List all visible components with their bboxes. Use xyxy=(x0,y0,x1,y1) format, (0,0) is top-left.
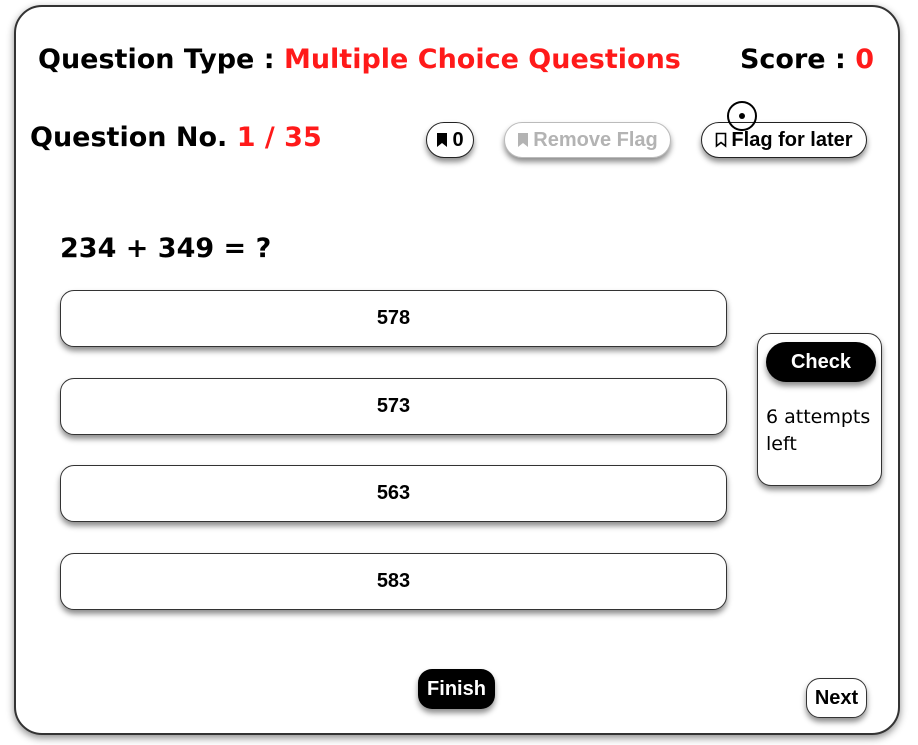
question-type-heading: Question Type : Multiple Choice Question… xyxy=(38,44,681,75)
answer-option-3[interactable]: 563 xyxy=(60,465,727,522)
flagged-count: 0 xyxy=(452,128,464,151)
question-text: 234 + 349 = ? xyxy=(60,233,272,264)
question-total: 35 xyxy=(284,122,322,153)
next-button[interactable]: Next xyxy=(806,678,867,718)
flagged-count-button[interactable]: 0 xyxy=(426,122,474,158)
check-button[interactable]: Check xyxy=(766,342,876,382)
question-type-label: Question Type : xyxy=(38,44,284,75)
question-current: 1 xyxy=(236,122,256,153)
score-label: Score : xyxy=(739,44,856,75)
bookmark-filled-icon xyxy=(518,133,529,147)
bookmark-filled-icon xyxy=(437,133,448,147)
attempts-left: 6 attempts left xyxy=(766,406,871,455)
remove-flag-label: Remove Flag xyxy=(533,128,658,151)
remove-flag-button[interactable]: Remove Flag xyxy=(504,122,671,158)
flag-for-later-button[interactable]: Flag for later xyxy=(701,122,867,158)
score-display: Score : 0 xyxy=(740,44,874,75)
question-separator: / xyxy=(255,122,285,153)
finish-button[interactable]: Finish xyxy=(418,669,495,709)
question-number-label: Question No. xyxy=(30,122,237,153)
question-type-value: Multiple Choice Questions xyxy=(283,44,681,75)
bookmark-outline-icon xyxy=(716,132,727,148)
answer-option-1[interactable]: 578 xyxy=(60,290,727,347)
score-value: 0 xyxy=(855,44,874,75)
check-panel: Check 6 attempts left xyxy=(757,333,882,486)
question-number: Question No. 1 / 35 xyxy=(30,122,322,153)
answer-option-2[interactable]: 573 xyxy=(60,378,727,435)
flag-for-later-label: Flag for later xyxy=(731,128,853,151)
answer-option-4[interactable]: 583 xyxy=(60,553,727,610)
